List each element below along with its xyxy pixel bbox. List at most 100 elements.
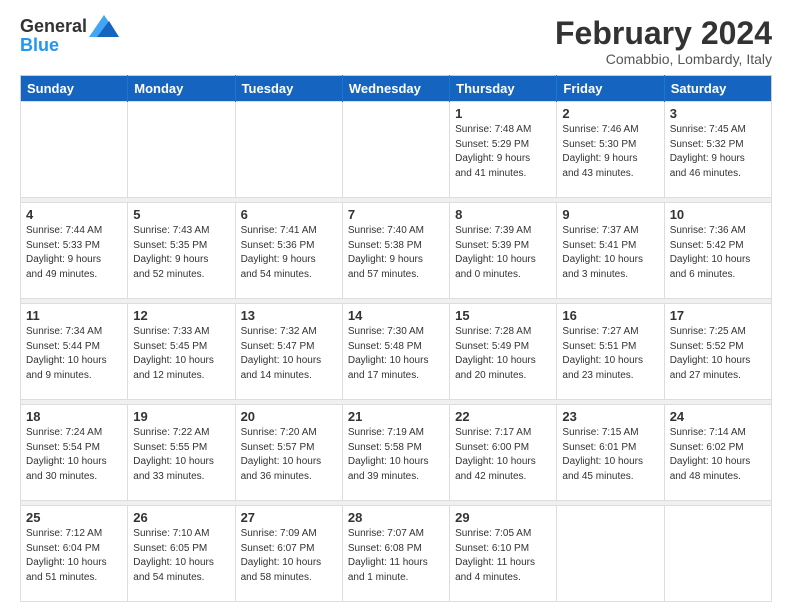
weekday-header-tuesday: Tuesday [235, 76, 342, 102]
day-info: Sunrise: 7:12 AM Sunset: 6:04 PM Dayligh… [26, 527, 122, 585]
day-number: 2 [562, 106, 658, 121]
calendar-cell: 20 Sunrise: 7:20 AM Sunset: 5:57 PM Dayli… [235, 405, 342, 501]
calendar-cell [557, 506, 664, 602]
calendar-week-row: 25 Sunrise: 7:12 AM Sunset: 6:04 PM Dayli… [21, 506, 772, 602]
day-number: 1 [455, 106, 551, 121]
calendar-header-row: SundayMondayTuesdayWednesdayThursdayFrid… [21, 76, 772, 102]
calendar-cell: 27 Sunrise: 7:09 AM Sunset: 6:07 PM Dayli… [235, 506, 342, 602]
calendar-cell: 24 Sunrise: 7:14 AM Sunset: 6:02 PM Dayli… [664, 405, 771, 501]
day-info: Sunrise: 7:33 AM Sunset: 5:45 PM Dayligh… [133, 325, 229, 383]
location-subtitle: Comabbio, Lombardy, Italy [555, 51, 772, 67]
calendar-cell: 9 Sunrise: 7:37 AM Sunset: 5:41 PM Daylig… [557, 203, 664, 299]
day-number: 25 [26, 510, 122, 525]
calendar-cell: 14 Sunrise: 7:30 AM Sunset: 5:48 PM Dayli… [342, 304, 449, 400]
calendar-week-row: 4Sunrise: 7:44 AM Sunset: 5:33 PM Daylig… [21, 203, 772, 299]
calendar-cell: 25 Sunrise: 7:12 AM Sunset: 6:04 PM Dayli… [21, 506, 128, 602]
day-number: 18 [26, 409, 122, 424]
day-number: 29 [455, 510, 551, 525]
calendar-cell: 23 Sunrise: 7:15 AM Sunset: 6:01 PM Dayli… [557, 405, 664, 501]
calendar-cell [128, 102, 235, 198]
weekday-header-wednesday: Wednesday [342, 76, 449, 102]
day-number: 16 [562, 308, 658, 323]
day-info: Sunrise: 7:30 AM Sunset: 5:48 PM Dayligh… [348, 325, 444, 383]
day-info: Sunrise: 7:34 AM Sunset: 5:44 PM Dayligh… [26, 325, 122, 383]
weekday-header-saturday: Saturday [664, 76, 771, 102]
calendar-cell [664, 506, 771, 602]
day-number: 11 [26, 308, 122, 323]
calendar-cell: 1 Sunrise: 7:48 AM Sunset: 5:29 PM Daylig… [450, 102, 557, 198]
calendar-cell: 21 Sunrise: 7:19 AM Sunset: 5:58 PM Dayli… [342, 405, 449, 501]
calendar-cell: 18 Sunrise: 7:24 AM Sunset: 5:54 PM Dayli… [21, 405, 128, 501]
day-info: Sunrise: 7:48 AM Sunset: 5:29 PM Dayligh… [455, 123, 551, 181]
logo-blue: Blue [20, 36, 119, 56]
weekday-header-thursday: Thursday [450, 76, 557, 102]
calendar-week-row: 11 Sunrise: 7:34 AM Sunset: 5:44 PM Dayli… [21, 304, 772, 400]
calendar-cell: 19 Sunrise: 7:22 AM Sunset: 5:55 PM Dayli… [128, 405, 235, 501]
weekday-header-friday: Friday [557, 76, 664, 102]
day-info: Sunrise: 7:41 AM Sunset: 5:36 PM Dayligh… [241, 224, 337, 282]
day-number: 5 [133, 207, 229, 222]
weekday-header-sunday: Sunday [21, 76, 128, 102]
calendar-cell: 4Sunrise: 7:44 AM Sunset: 5:33 PM Daylig… [21, 203, 128, 299]
calendar-cell: 26 Sunrise: 7:10 AM Sunset: 6:05 PM Dayli… [128, 506, 235, 602]
calendar-cell: 16Sunrise: 7:27 AM Sunset: 5:51 PM Dayli… [557, 304, 664, 400]
day-number: 28 [348, 510, 444, 525]
day-info: Sunrise: 7:25 AM Sunset: 5:52 PM Dayligh… [670, 325, 766, 383]
day-info: Sunrise: 7:28 AM Sunset: 5:49 PM Dayligh… [455, 325, 551, 383]
title-section: February 2024 Comabbio, Lombardy, Italy [555, 16, 772, 67]
page: General Blue February 2024 Comabbio, Lom… [0, 0, 792, 612]
day-number: 12 [133, 308, 229, 323]
weekday-header-monday: Monday [128, 76, 235, 102]
calendar-cell: 5 Sunrise: 7:43 AM Sunset: 5:35 PM Daylig… [128, 203, 235, 299]
calendar-cell: 8Sunrise: 7:39 AM Sunset: 5:39 PM Daylig… [450, 203, 557, 299]
day-info: Sunrise: 7:43 AM Sunset: 5:35 PM Dayligh… [133, 224, 229, 282]
calendar-cell [235, 102, 342, 198]
calendar-cell: 12 Sunrise: 7:33 AM Sunset: 5:45 PM Dayli… [128, 304, 235, 400]
day-number: 22 [455, 409, 551, 424]
day-number: 7 [348, 207, 444, 222]
day-number: 26 [133, 510, 229, 525]
day-info: Sunrise: 7:10 AM Sunset: 6:05 PM Dayligh… [133, 527, 229, 585]
day-info: Sunrise: 7:46 AM Sunset: 5:30 PM Dayligh… [562, 123, 658, 181]
calendar-cell: 22 Sunrise: 7:17 AM Sunset: 6:00 PM Dayli… [450, 405, 557, 501]
day-number: 6 [241, 207, 337, 222]
day-info: Sunrise: 7:09 AM Sunset: 6:07 PM Dayligh… [241, 527, 337, 585]
day-info: Sunrise: 7:15 AM Sunset: 6:01 PM Dayligh… [562, 426, 658, 484]
day-number: 24 [670, 409, 766, 424]
calendar-week-row: 1 Sunrise: 7:48 AM Sunset: 5:29 PM Daylig… [21, 102, 772, 198]
day-number: 23 [562, 409, 658, 424]
day-number: 27 [241, 510, 337, 525]
logo: General Blue [20, 16, 119, 55]
calendar-cell: 11 Sunrise: 7:34 AM Sunset: 5:44 PM Dayli… [21, 304, 128, 400]
header: General Blue February 2024 Comabbio, Lom… [20, 16, 772, 67]
calendar-cell: 2 Sunrise: 7:46 AM Sunset: 5:30 PM Daylig… [557, 102, 664, 198]
day-info: Sunrise: 7:17 AM Sunset: 6:00 PM Dayligh… [455, 426, 551, 484]
calendar-table: SundayMondayTuesdayWednesdayThursdayFrid… [20, 75, 772, 602]
day-info: Sunrise: 7:32 AM Sunset: 5:47 PM Dayligh… [241, 325, 337, 383]
day-info: Sunrise: 7:24 AM Sunset: 5:54 PM Dayligh… [26, 426, 122, 484]
calendar-cell [21, 102, 128, 198]
day-number: 15 [455, 308, 551, 323]
day-number: 3 [670, 106, 766, 121]
calendar-cell: 29Sunrise: 7:05 AM Sunset: 6:10 PM Dayli… [450, 506, 557, 602]
day-info: Sunrise: 7:39 AM Sunset: 5:39 PM Dayligh… [455, 224, 551, 282]
calendar-cell: 7Sunrise: 7:40 AM Sunset: 5:38 PM Daylig… [342, 203, 449, 299]
calendar-cell: 3Sunrise: 7:45 AM Sunset: 5:32 PM Daylig… [664, 102, 771, 198]
calendar-week-row: 18 Sunrise: 7:24 AM Sunset: 5:54 PM Dayli… [21, 405, 772, 501]
calendar-cell [342, 102, 449, 198]
day-number: 19 [133, 409, 229, 424]
day-number: 14 [348, 308, 444, 323]
month-title: February 2024 [555, 16, 772, 51]
day-info: Sunrise: 7:20 AM Sunset: 5:57 PM Dayligh… [241, 426, 337, 484]
day-number: 20 [241, 409, 337, 424]
day-info: Sunrise: 7:14 AM Sunset: 6:02 PM Dayligh… [670, 426, 766, 484]
calendar-cell: 17Sunrise: 7:25 AM Sunset: 5:52 PM Dayli… [664, 304, 771, 400]
day-info: Sunrise: 7:19 AM Sunset: 5:58 PM Dayligh… [348, 426, 444, 484]
day-info: Sunrise: 7:22 AM Sunset: 5:55 PM Dayligh… [133, 426, 229, 484]
day-info: Sunrise: 7:37 AM Sunset: 5:41 PM Dayligh… [562, 224, 658, 282]
day-number: 21 [348, 409, 444, 424]
calendar-cell: 10Sunrise: 7:36 AM Sunset: 5:42 PM Dayli… [664, 203, 771, 299]
calendar-cell: 13Sunrise: 7:32 AM Sunset: 5:47 PM Dayli… [235, 304, 342, 400]
day-number: 10 [670, 207, 766, 222]
day-number: 9 [562, 207, 658, 222]
